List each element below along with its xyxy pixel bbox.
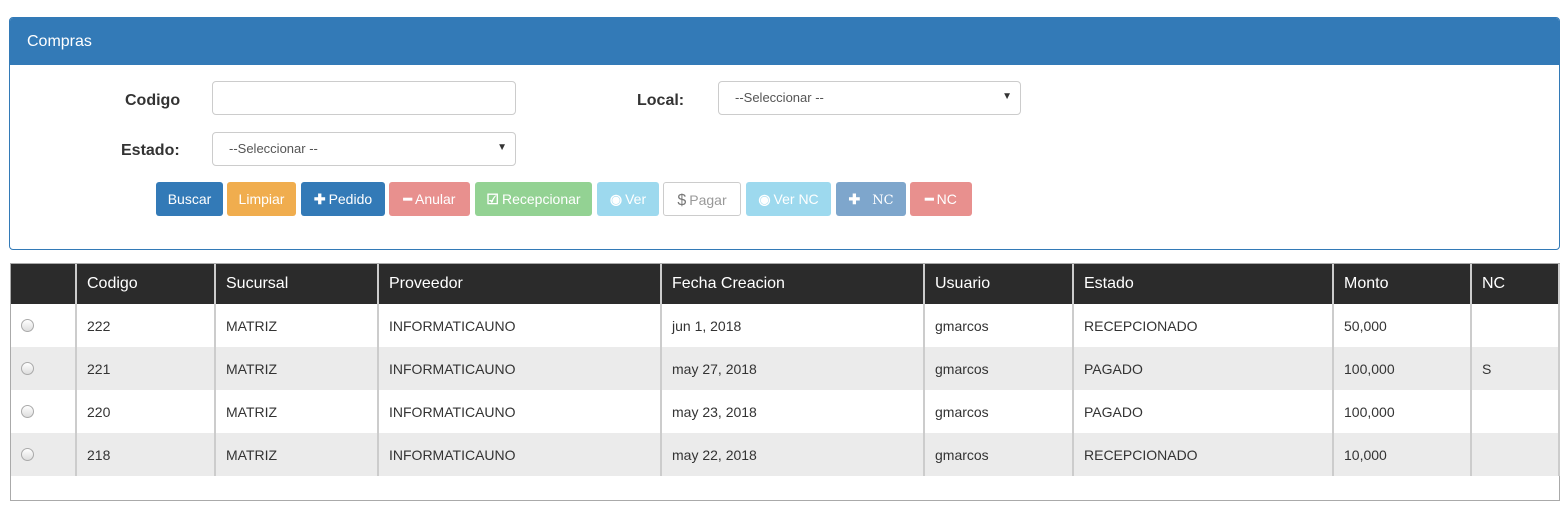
column-header-fecha[interactable]: Fecha Creacion	[661, 264, 925, 304]
minus-icon: ━	[403, 191, 412, 207]
eye-icon: ◉	[609, 191, 623, 207]
table-row[interactable]: 221 MATRIZ INFORMATICAUNO may 27, 2018 g…	[11, 347, 1560, 390]
column-header-usuario[interactable]: Usuario	[924, 264, 1074, 304]
cell-monto: 10,000	[1333, 433, 1472, 476]
cell-fecha: may 27, 2018	[661, 347, 925, 390]
compras-table: Codigo Sucursal Proveedor Fecha Creacion…	[10, 263, 1560, 501]
ver-nc-label: Ver NC	[773, 191, 819, 207]
cell-fecha: may 23, 2018	[661, 390, 925, 433]
cell-estado: PAGADO	[1073, 347, 1334, 390]
remove-nc-button[interactable]: ━ NC	[910, 182, 972, 216]
cell-proveedor: INFORMATICAUNO	[378, 433, 662, 476]
cell-codigo: 222	[76, 304, 216, 347]
plus-icon: ✚	[313, 191, 326, 207]
cell-nc	[1471, 304, 1560, 347]
cell-nc	[1471, 390, 1560, 433]
pagar-button[interactable]: $ Pagar	[663, 182, 741, 216]
cell-fecha: jun 1, 2018	[661, 304, 925, 347]
column-header-codigo[interactable]: Codigo	[76, 264, 216, 304]
cell-nc: S	[1471, 347, 1560, 390]
row-radio[interactable]	[21, 448, 34, 461]
estado-select[interactable]: --Seleccionar -- ▼	[212, 132, 516, 166]
table-header-row: Codigo Sucursal Proveedor Fecha Creacion…	[11, 264, 1560, 304]
cell-usuario: gmarcos	[924, 390, 1074, 433]
cell-codigo: 221	[76, 347, 216, 390]
pedido-label: Pedido	[328, 191, 373, 207]
cell-usuario: gmarcos	[924, 347, 1074, 390]
plus-icon: ✚	[848, 191, 861, 207]
ver-nc-button[interactable]: ◉ Ver NC	[746, 182, 831, 216]
anular-button[interactable]: ━ Anular	[389, 182, 470, 216]
estado-select-value: --Seleccionar --	[229, 141, 318, 156]
local-select-value: --Seleccionar --	[735, 90, 824, 105]
cell-estado: RECEPCIONADO	[1073, 304, 1334, 347]
dollar-icon: $	[677, 192, 687, 209]
cell-monto: 100,000	[1333, 347, 1472, 390]
cell-sucursal: MATRIZ	[215, 433, 379, 476]
chevron-down-icon: ▼	[1002, 91, 1012, 102]
column-header-estado[interactable]: Estado	[1073, 264, 1334, 304]
recepcionar-button[interactable]: ☑ Recepcionar	[475, 182, 592, 216]
panel-title: Compras	[10, 18, 1559, 65]
cell-monto: 100,000	[1333, 390, 1472, 433]
column-header-monto[interactable]: Monto	[1333, 264, 1472, 304]
row-radio[interactable]	[21, 319, 34, 332]
cell-proveedor: INFORMATICAUNO	[378, 304, 662, 347]
codigo-label: Codigo	[125, 92, 181, 109]
edit-check-icon: ☑	[486, 191, 499, 207]
anular-label: Anular	[414, 191, 456, 207]
estado-label: Estado:	[121, 142, 180, 159]
cell-sucursal: MATRIZ	[215, 390, 379, 433]
cell-monto: 50,000	[1333, 304, 1472, 347]
add-nc-button[interactable]: ✚ NC	[836, 182, 906, 216]
cell-estado: RECEPCIONADO	[1073, 433, 1334, 476]
row-radio[interactable]	[21, 362, 34, 375]
eye-icon: ◉	[758, 191, 771, 207]
cell-fecha: may 22, 2018	[661, 433, 925, 476]
ver-button[interactable]: ◉ Ver	[597, 182, 659, 216]
cell-proveedor: INFORMATICAUNO	[378, 347, 662, 390]
cell-sucursal: MATRIZ	[215, 347, 379, 390]
column-header	[11, 264, 77, 304]
cell-codigo: 220	[76, 390, 216, 433]
table-row[interactable]: 218 MATRIZ INFORMATICAUNO may 22, 2018 g…	[11, 433, 1560, 476]
cell-sucursal: MATRIZ	[215, 304, 379, 347]
add-nc-label: NC	[872, 193, 894, 208]
recepcionar-label: Recepcionar	[501, 191, 581, 207]
codigo-input[interactable]	[212, 81, 516, 115]
limpiar-button[interactable]: Limpiar	[227, 182, 296, 216]
cell-estado: PAGADO	[1073, 390, 1334, 433]
minus-icon: ━	[925, 191, 934, 207]
column-header-sucursal[interactable]: Sucursal	[215, 264, 379, 304]
column-header-proveedor[interactable]: Proveedor	[378, 264, 662, 304]
cell-usuario: gmarcos	[924, 433, 1074, 476]
cell-usuario: gmarcos	[924, 304, 1074, 347]
table-row[interactable]: 220 MATRIZ INFORMATICAUNO may 23, 2018 g…	[11, 390, 1560, 433]
table-row[interactable]: 222 MATRIZ INFORMATICAUNO jun 1, 2018 gm…	[11, 304, 1560, 347]
cell-proveedor: INFORMATICAUNO	[378, 390, 662, 433]
local-label: Local:	[637, 92, 685, 109]
pedido-button[interactable]: ✚ Pedido	[301, 182, 385, 216]
column-header-nc[interactable]: NC	[1471, 264, 1560, 304]
local-select[interactable]: --Seleccionar -- ▼	[718, 81, 1021, 115]
ver-label: Ver	[625, 191, 647, 207]
row-radio[interactable]	[21, 405, 34, 418]
pagar-label: Pagar	[689, 192, 727, 208]
buscar-button[interactable]: Buscar	[156, 182, 223, 216]
remove-nc-label: NC	[936, 191, 957, 207]
cell-nc	[1471, 433, 1560, 476]
chevron-down-icon: ▼	[497, 142, 507, 153]
cell-codigo: 218	[76, 433, 216, 476]
